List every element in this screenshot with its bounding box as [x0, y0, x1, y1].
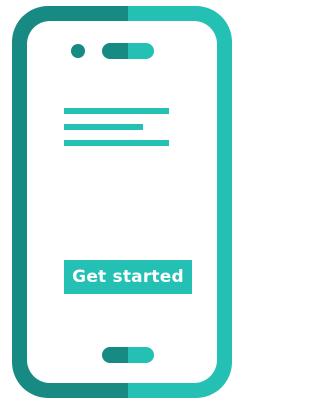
- camera-icon: [71, 44, 85, 58]
- speaker-icon: [102, 43, 154, 59]
- placeholder-line: [64, 108, 169, 114]
- placeholder-line: [64, 124, 143, 130]
- phone-illustration: Get started: [0, 0, 240, 400]
- home-indicator: [102, 347, 154, 363]
- get-started-button[interactable]: Get started: [64, 260, 192, 294]
- phone-screen: [27, 21, 217, 383]
- smartphone-icon: [12, 6, 232, 398]
- placeholder-line: [64, 140, 169, 146]
